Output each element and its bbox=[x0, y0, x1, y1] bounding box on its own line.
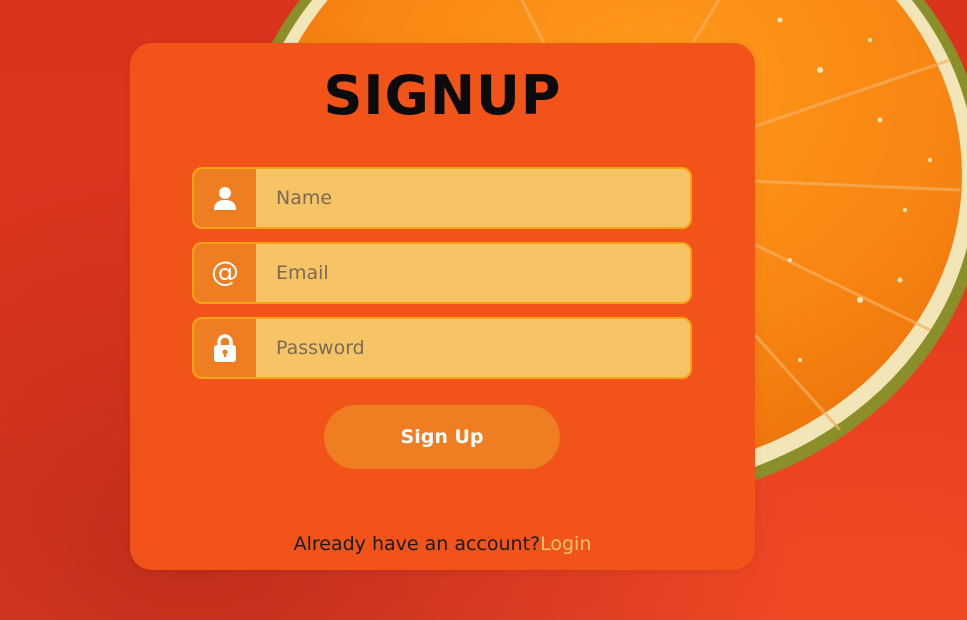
name-icon-box bbox=[194, 169, 256, 227]
password-icon-box bbox=[194, 319, 256, 377]
sign-up-button[interactable]: Sign Up bbox=[324, 405, 560, 469]
login-link[interactable]: Login bbox=[540, 533, 591, 555]
name-field bbox=[192, 167, 692, 229]
login-prompt-text: Already have an account? bbox=[293, 533, 541, 555]
email-field: @ bbox=[192, 242, 692, 304]
signup-card: SIGNUP @ Sign Up Already have an ac bbox=[130, 43, 755, 570]
name-input[interactable] bbox=[256, 169, 690, 227]
login-prompt: Already have an account?Login bbox=[130, 533, 755, 555]
email-input[interactable] bbox=[256, 244, 690, 302]
lock-icon bbox=[214, 334, 236, 362]
at-icon: @ bbox=[211, 255, 239, 288]
password-field bbox=[192, 317, 692, 379]
email-icon-box: @ bbox=[194, 244, 256, 302]
page-title: SIGNUP bbox=[323, 64, 562, 127]
password-input[interactable] bbox=[256, 319, 690, 377]
user-icon bbox=[214, 187, 236, 210]
